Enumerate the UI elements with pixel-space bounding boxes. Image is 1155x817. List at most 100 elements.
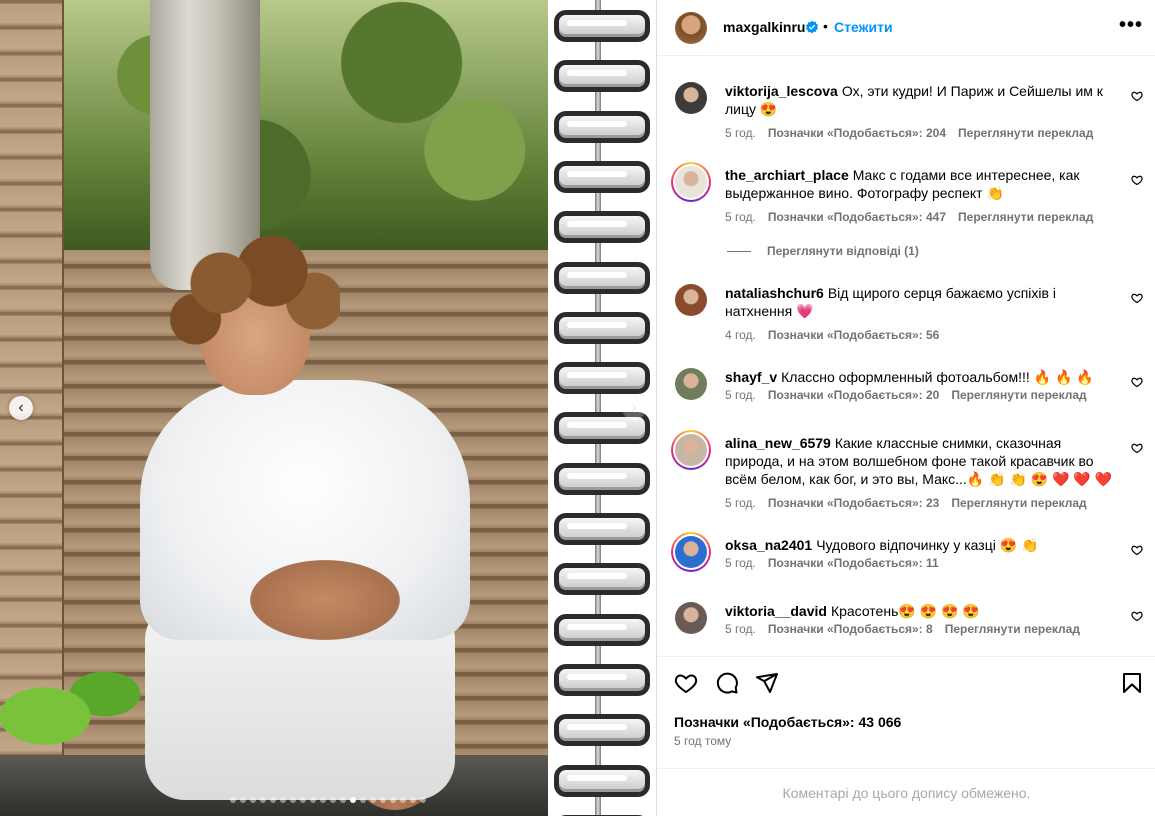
- comment-time[interactable]: 5 год.: [725, 556, 756, 570]
- spiral-ring: [554, 714, 650, 747]
- commenter-username[interactable]: the_archiart_place: [725, 167, 849, 183]
- carousel-dot: [390, 797, 396, 803]
- carousel-dot: [290, 797, 296, 803]
- comment-body: viktoria__david Красотень😍 😍 😍 😍: [725, 602, 1120, 620]
- see-translation-link[interactable]: Переглянути переклад: [945, 622, 1080, 636]
- post-side-panel: maxgalkinru • Стежити ••• viktorija_lesc…: [656, 0, 1155, 816]
- photo-person-hair: [170, 235, 340, 355]
- spiral-ring: [554, 513, 650, 545]
- comment-text: Красотень😍 😍 😍 😍: [830, 603, 980, 619]
- commenter-avatar[interactable]: [675, 536, 707, 568]
- carousel-dot: [260, 797, 266, 803]
- comments-list[interactable]: viktorija_lescova Ох, эти кудри! И Париж …: [657, 56, 1155, 656]
- spiral-ring: [554, 462, 650, 495]
- comment-meta: 5 год. Позначки «Подобається»: 8 Перегляну…: [725, 622, 1092, 636]
- comment-icon[interactable]: [715, 671, 739, 695]
- comment-like-heart-icon[interactable]: [1131, 90, 1143, 102]
- commenter-username[interactable]: shayf_v: [725, 369, 777, 385]
- commenter-avatar[interactable]: [675, 602, 707, 634]
- spiral-ring: [554, 110, 650, 143]
- comment-time[interactable]: 4 год.: [725, 328, 756, 342]
- comment-like-heart-icon[interactable]: [1131, 292, 1143, 304]
- commenter-username[interactable]: viktoria__david: [725, 603, 827, 619]
- comment-text: Чудового відпочинку у казці 😍 👏: [816, 537, 1039, 553]
- commenter-username[interactable]: alina_new_6579: [725, 435, 831, 451]
- photo-foliage: [60, 0, 548, 250]
- share-icon[interactable]: [755, 671, 779, 695]
- carousel-next-button[interactable]: ›: [622, 396, 646, 420]
- see-translation-link[interactable]: Переглянути переклад: [958, 210, 1093, 224]
- likes-count[interactable]: Позначки «Подобається»: 43 066: [674, 714, 901, 730]
- carousel-dot: [350, 797, 356, 803]
- see-translation-link[interactable]: Переглянути переклад: [951, 496, 1086, 510]
- post-photo: ‹: [0, 0, 548, 816]
- carousel-dot: [280, 797, 286, 803]
- carousel-prev-button[interactable]: ‹: [9, 396, 33, 420]
- carousel-dot: [340, 797, 346, 803]
- comment-like-heart-icon[interactable]: [1131, 442, 1143, 454]
- spiral-ring: [554, 764, 650, 797]
- carousel-dot: [320, 797, 326, 803]
- spiral-ring: [554, 362, 650, 395]
- comment-likes[interactable]: Позначки «Подобається»: 11: [768, 556, 939, 570]
- photo-plant: [0, 650, 150, 760]
- author-username[interactable]: maxgalkinru: [723, 19, 805, 35]
- photo-person-hands: [250, 560, 400, 640]
- carousel-dot: [410, 797, 416, 803]
- comment-likes[interactable]: Позначки «Подобається»: 204: [768, 126, 946, 140]
- comment-text: Классно оформленный фотоальбом!!! 🔥 🔥 🔥: [781, 369, 1094, 385]
- carousel-dot: [250, 797, 256, 803]
- post-timestamp[interactable]: 5 год тому: [674, 734, 731, 748]
- commenter-avatar[interactable]: [675, 434, 707, 466]
- comment-time[interactable]: 5 год.: [725, 210, 756, 224]
- comment-likes[interactable]: Позначки «Подобається»: 23: [768, 496, 939, 510]
- verified-badge-icon: [805, 20, 819, 34]
- comment-likes[interactable]: Позначки «Подобається»: 20: [768, 388, 939, 402]
- comment-meta: 4 год. Позначки «Подобається»: 56: [725, 328, 951, 342]
- comment-like-heart-icon[interactable]: [1131, 376, 1143, 388]
- commenter-username[interactable]: viktorija_lescova: [725, 83, 838, 99]
- view-replies-button[interactable]: Переглянути відповіді (1): [727, 244, 919, 258]
- comment-likes[interactable]: Позначки «Подобається»: 8: [768, 622, 933, 636]
- spiral-ring: [554, 563, 650, 596]
- spiral-ring: [554, 160, 650, 193]
- comment-time[interactable]: 5 год.: [725, 622, 756, 636]
- carousel-dot: [370, 797, 376, 803]
- spiral-ring: [554, 613, 650, 646]
- carousel-dot: [330, 797, 336, 803]
- comment-like-heart-icon[interactable]: [1131, 174, 1143, 186]
- commenter-username[interactable]: oksa_na2401: [725, 537, 812, 553]
- spiral-ring: [554, 261, 650, 294]
- more-options-icon[interactable]: •••: [1119, 14, 1143, 37]
- comment-meta: 5 год. Позначки «Подобається»: 20 Переглян…: [725, 388, 1099, 402]
- carousel-dot: [240, 797, 246, 803]
- comment-like-heart-icon[interactable]: [1131, 610, 1143, 622]
- bookmark-icon[interactable]: [1120, 671, 1144, 695]
- commenter-avatar[interactable]: [675, 368, 707, 400]
- see-translation-link[interactable]: Переглянути переклад: [958, 126, 1093, 140]
- commenter-avatar[interactable]: [675, 82, 707, 114]
- comment-body: nataliashchur6 Від щирого серця бажаємо у…: [725, 284, 1120, 320]
- post-actions: Позначки «Подобається»: 43 066 5 год том…: [657, 656, 1155, 816]
- view-replies-label[interactable]: Переглянути відповіді (1): [767, 244, 919, 258]
- comment-likes[interactable]: Позначки «Подобається»: 447: [768, 210, 946, 224]
- comment-likes[interactable]: Позначки «Подобається»: 56: [768, 328, 939, 342]
- comment-time[interactable]: 5 год.: [725, 496, 756, 510]
- heart-icon[interactable]: [674, 671, 698, 695]
- follow-button[interactable]: Стежити: [834, 19, 893, 35]
- comment-time[interactable]: 5 год.: [725, 388, 756, 402]
- carousel-dot: [400, 797, 406, 803]
- header-separator-dot: •: [823, 18, 828, 34]
- author-avatar[interactable]: [675, 12, 707, 44]
- comment-time[interactable]: 5 год.: [725, 126, 756, 140]
- comment-meta: 5 год. Позначки «Подобається»: 11: [725, 556, 951, 570]
- comment-like-heart-icon[interactable]: [1131, 544, 1143, 556]
- see-translation-link[interactable]: Переглянути переклад: [951, 388, 1086, 402]
- commenter-avatar[interactable]: [675, 284, 707, 316]
- comment-body: the_archiart_place Макс с годами все инте…: [725, 166, 1120, 202]
- spiral-ring: [554, 10, 650, 42]
- commenter-avatar[interactable]: [675, 166, 707, 198]
- carousel-dot: [300, 797, 306, 803]
- commenter-username[interactable]: nataliashchur6: [725, 285, 824, 301]
- comment-meta: 5 год. Позначки «Подобається»: 204 Перегля…: [725, 126, 1105, 140]
